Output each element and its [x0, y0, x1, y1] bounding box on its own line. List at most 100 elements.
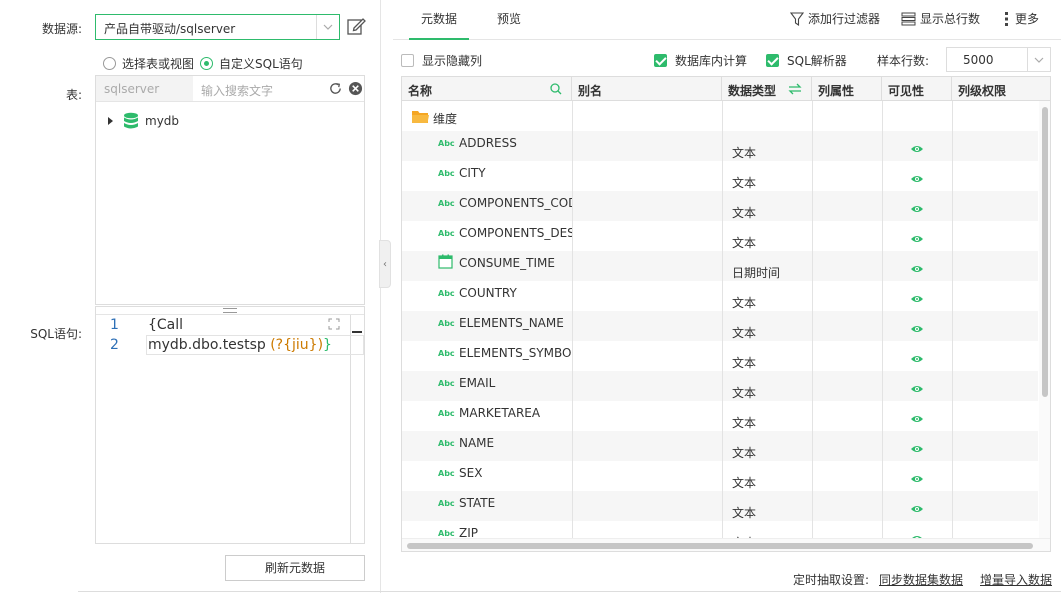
table-row[interactable]: Abc COMPONENTS_CODE 文本: [402, 191, 1038, 221]
eye-icon[interactable]: [910, 234, 924, 244]
database-icon: [124, 112, 138, 129]
sql-parser-checkbox[interactable]: SQL解析器: [766, 52, 847, 69]
field-name: SEX: [459, 466, 483, 480]
radio-select-table[interactable]: 选择表或视图: [103, 55, 194, 72]
eye-icon[interactable]: [910, 444, 924, 454]
table-row[interactable]: Abc NAME 文本: [402, 431, 1038, 461]
header-name[interactable]: 名称: [402, 77, 572, 101]
filter-icon: [790, 11, 804, 26]
eye-icon[interactable]: [910, 294, 924, 304]
collapse-panel-icon[interactable]: ‹: [379, 240, 391, 288]
resize-grip-icon[interactable]: [223, 308, 237, 313]
sample-rows-select[interactable]: 5000: [946, 47, 1051, 72]
header-alias[interactable]: 别名: [572, 77, 722, 101]
text-type-icon: Abc: [438, 169, 455, 178]
tab-preview[interactable]: 预览: [497, 10, 521, 27]
eye-icon[interactable]: [910, 264, 924, 274]
radio-off-icon: [103, 57, 116, 70]
table-row[interactable]: Abc CITY 文本: [402, 161, 1038, 191]
timing-label: 定时抽取设置:: [793, 573, 870, 587]
folder-icon: [412, 111, 429, 123]
tree-node-db[interactable]: mydb: [108, 112, 179, 130]
field-name: EMAIL: [459, 376, 496, 390]
field-name: CITY: [459, 166, 486, 180]
show-hidden-checkbox[interactable]: 显示隐藏列: [401, 52, 482, 69]
header-type[interactable]: 数据类型: [722, 77, 812, 101]
text-type-icon: Abc: [438, 529, 455, 538]
edit-icon[interactable]: [346, 16, 366, 36]
table-label: 表:: [65, 88, 82, 102]
field-name: ADDRESS: [459, 136, 517, 150]
eye-icon[interactable]: [910, 174, 924, 184]
eye-icon[interactable]: [910, 384, 924, 394]
expand-arrow-icon[interactable]: [108, 117, 113, 125]
more-button[interactable]: 更多: [1003, 10, 1039, 27]
datasource-select[interactable]: 产品自带驱动/sqlserver: [95, 14, 340, 40]
refresh-icon[interactable]: [328, 81, 343, 96]
table-row[interactable]: CONSUME_TIME 日期时间: [402, 251, 1038, 281]
sync-data-link[interactable]: 同步数据集数据: [879, 571, 963, 588]
swap-icon[interactable]: [788, 83, 802, 95]
header-permission[interactable]: 列级权限: [952, 77, 1050, 101]
horizontal-scrollbar[interactable]: [402, 538, 1050, 551]
text-type-icon: Abc: [438, 319, 455, 328]
radio-custom-sql[interactable]: 自定义SQL语句: [200, 55, 303, 72]
panel-splitter[interactable]: [380, 0, 381, 593]
refresh-metadata-button[interactable]: 刷新元数据: [225, 555, 365, 581]
clear-icon[interactable]: [348, 81, 363, 96]
show-hidden-label: 显示隐藏列: [422, 54, 483, 68]
eye-icon[interactable]: [910, 354, 924, 364]
datasource-value: 产品自带驱动/sqlserver: [104, 22, 236, 36]
eye-icon[interactable]: [910, 144, 924, 154]
sql-editor[interactable]: 1 {Call 2 mydb.dbo.testsp (?{jiu})}: [95, 306, 365, 544]
table-row[interactable]: Abc COMPONENTS_DESC 文本: [402, 221, 1038, 251]
incremental-import-link[interactable]: 增量导入数据: [980, 571, 1052, 588]
table-row[interactable]: Abc MARKETAREA 文本: [402, 401, 1038, 431]
field-type: 文本: [732, 176, 757, 190]
radio-on-icon: [200, 57, 213, 70]
datasource-label: 数据源:: [41, 22, 82, 36]
code-text: {Call: [148, 317, 184, 333]
table-row[interactable]: Abc ELEMENTS_NAME 文本: [402, 311, 1038, 341]
sql-label: SQL语句:: [30, 327, 82, 341]
eye-icon[interactable]: [910, 474, 924, 484]
show-rows-button[interactable]: 显示总行数: [901, 10, 980, 27]
code-line: 1 {Call: [96, 316, 351, 336]
eye-icon[interactable]: [910, 324, 924, 334]
text-type-icon: Abc: [438, 499, 455, 508]
table-row[interactable]: Abc COUNTRY 文本: [402, 281, 1038, 311]
radio-select-table-label: 选择表或视图: [122, 57, 195, 71]
eye-icon[interactable]: [910, 504, 924, 514]
text-type-icon: Abc: [438, 469, 455, 478]
search-input[interactable]: 输入搜索文字: [193, 76, 318, 101]
field-type: 文本: [732, 386, 757, 400]
db-calc-checkbox[interactable]: 数据库内计算: [654, 52, 747, 69]
chevron-down-icon[interactable]: [1027, 48, 1050, 71]
eye-icon[interactable]: [910, 204, 924, 214]
field-name: ELEMENTS_NAME: [459, 316, 564, 330]
eye-icon[interactable]: [910, 414, 924, 424]
table-row[interactable]: Abc STATE 文本: [402, 491, 1038, 521]
table-row[interactable]: Abc ELEMENTS_SYMBOL 文本: [402, 341, 1038, 371]
field-type: 文本: [732, 296, 757, 310]
table-row[interactable]: Abc SEX 文本: [402, 461, 1038, 491]
header-attr[interactable]: 列属性: [812, 77, 882, 101]
text-type-icon: Abc: [438, 439, 455, 448]
text-type-icon: Abc: [438, 229, 455, 238]
text-type-icon: Abc: [438, 409, 455, 418]
table-row[interactable]: AbcZIP文本: [402, 521, 1038, 538]
tab-metadata[interactable]: 元数据: [408, 10, 470, 40]
vertical-scrollbar[interactable]: [1039, 101, 1050, 538]
folder-row[interactable]: 维度: [402, 101, 1038, 131]
table-row[interactable]: Abc EMAIL 文本: [402, 371, 1038, 401]
header-visibility[interactable]: 可见性: [882, 77, 952, 101]
folder-label: 维度: [433, 112, 458, 126]
radio-custom-sql-label: 自定义SQL语句: [219, 57, 303, 71]
line-number: 1: [110, 317, 119, 333]
table-row[interactable]: Abc ADDRESS 文本: [402, 131, 1038, 161]
search-icon[interactable]: [550, 83, 562, 95]
add-filter-button[interactable]: 添加行过滤器: [790, 10, 880, 27]
field-name: ELEMENTS_SYMBOL: [459, 346, 572, 360]
chevron-down-icon[interactable]: [316, 15, 339, 39]
schema-input[interactable]: sqlserver: [96, 76, 193, 101]
